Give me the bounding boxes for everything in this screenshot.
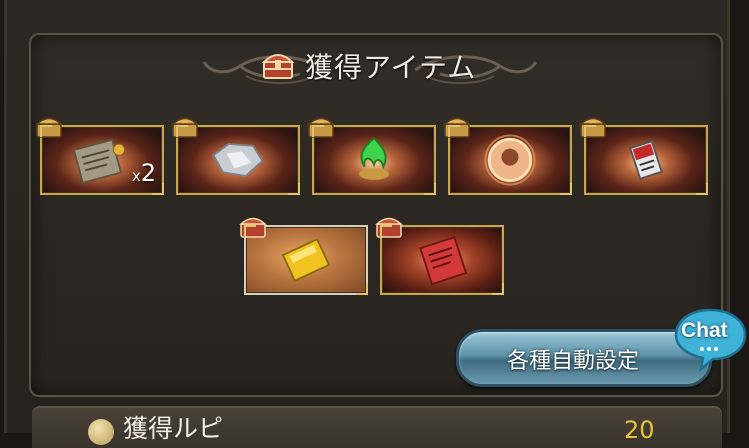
- reward-item-ticket[interactable]: [579, 117, 708, 195]
- reward-item-gold-bar[interactable]: [239, 217, 368, 295]
- auto-settings-label: 各種自動設定: [507, 349, 640, 374]
- rupi-coin-icon: [88, 419, 114, 445]
- rupi-value: 20: [624, 416, 655, 444]
- reward-item-green-flame[interactable]: [307, 117, 436, 195]
- chat-label: Chat: [681, 319, 728, 342]
- reward-item-scroll[interactable]: x2: [35, 117, 164, 195]
- reward-header: 獲得アイテム: [200, 40, 540, 100]
- rupi-label: 獲得ルピ: [123, 414, 224, 443]
- chat-button[interactable]: Chat: [673, 307, 747, 373]
- reward-item-silver-fragment[interactable]: [171, 117, 300, 195]
- reward-item-red-scroll[interactable]: [375, 217, 504, 295]
- reward-item-summon-orb[interactable]: [443, 117, 572, 195]
- treasure-chest-icon: [261, 54, 295, 79]
- page-title: 獲得アイテム: [305, 51, 477, 84]
